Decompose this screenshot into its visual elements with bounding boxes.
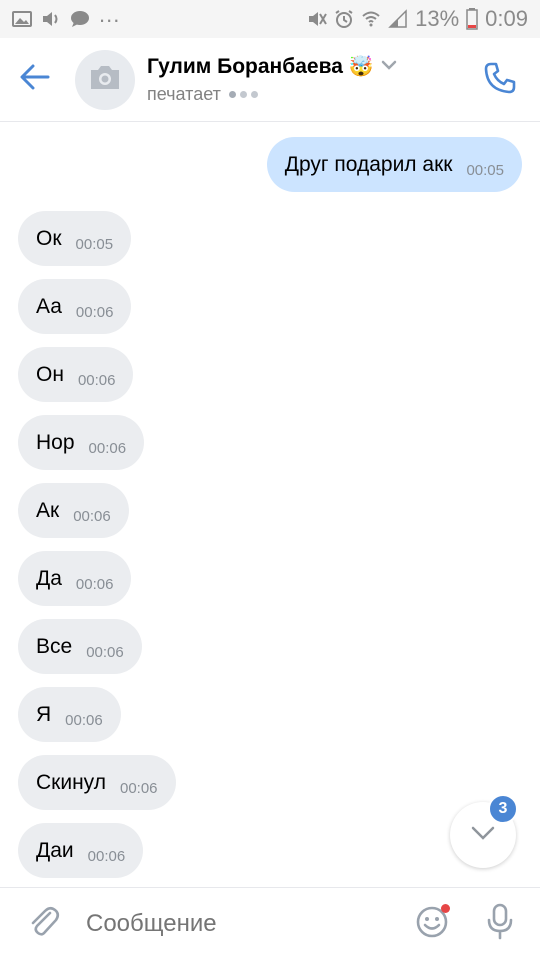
phone-icon	[483, 61, 517, 100]
outgoing-message[interactable]: Друг подарил акк 00:05	[266, 137, 522, 192]
incoming-message[interactable]: Нор 00:06	[18, 415, 145, 470]
signal-icon	[388, 9, 408, 29]
microphone-button[interactable]	[478, 902, 522, 946]
battery-percent: 13%	[415, 6, 460, 31]
camera-icon	[88, 63, 122, 96]
message-text: Друг подарил акк	[284, 152, 453, 176]
mute-icon	[307, 10, 327, 28]
message-text: Аа	[36, 294, 62, 318]
message-time: 00:05	[466, 162, 504, 179]
message-text: Скинул	[36, 770, 106, 794]
incoming-message[interactable]: Даи 00:06	[18, 823, 144, 878]
incoming-message[interactable]: Ак 00:06	[18, 483, 129, 538]
message-text: Я	[36, 702, 52, 726]
status-time: 0:09	[485, 6, 528, 31]
unread-count-badge: 3	[488, 794, 518, 824]
message-time: 00:06	[77, 372, 116, 389]
volume-icon	[41, 10, 61, 28]
message-time: 00:05	[75, 236, 114, 253]
exploding-head-emoji: 🤯	[348, 56, 374, 78]
microphone-icon	[485, 903, 515, 946]
chat-notification-icon	[70, 10, 90, 28]
message-text: Все	[36, 634, 73, 658]
paperclip-icon	[28, 904, 60, 945]
message-text: Даи	[36, 838, 74, 862]
contact-name-row: Гулим Боранбаева 🤯	[147, 54, 398, 79]
back-button[interactable]	[0, 38, 70, 122]
message-time: 00:06	[73, 508, 111, 525]
message-time: 00:06	[87, 848, 126, 865]
message-time: 00:06	[75, 576, 114, 593]
alarm-icon	[334, 9, 354, 29]
message-input[interactable]	[86, 910, 410, 938]
chevron-down-icon[interactable]	[380, 58, 398, 76]
avatar[interactable]	[75, 49, 135, 110]
message-text: Он	[36, 362, 64, 386]
attach-button[interactable]	[22, 902, 66, 946]
image-notification-icon	[12, 10, 32, 28]
incoming-message[interactable]: Скинул 00:06	[18, 755, 176, 810]
message-composer	[0, 887, 540, 960]
message-text: Ок	[36, 226, 62, 250]
emoji-button[interactable]	[410, 902, 454, 946]
typing-status: печатает	[147, 84, 221, 104]
message-time: 00:06	[86, 644, 124, 661]
message-time: 00:06	[75, 304, 114, 321]
status-bar-right: 13% 0:09	[307, 6, 528, 32]
arrow-left-icon	[20, 64, 50, 95]
incoming-message[interactable]: Он 00:06	[18, 347, 134, 402]
contact-info[interactable]: Гулим Боранбаева 🤯 печатает	[147, 54, 398, 105]
notification-dot	[441, 904, 450, 913]
contact-name: Гулим Боранбаева	[147, 54, 343, 78]
message-text: Да	[36, 566, 62, 590]
incoming-message[interactable]: Все 00:06	[18, 619, 142, 674]
chevron-down-icon	[470, 825, 496, 846]
incoming-message[interactable]: Да 00:06	[18, 551, 132, 606]
battery-icon	[466, 8, 478, 30]
message-text: Ак	[36, 498, 60, 522]
wifi-icon	[361, 9, 381, 29]
message-time: 00:06	[88, 440, 127, 457]
message-list[interactable]: Друг подарил акк 00:05 Ок 00:05 Аа 00:06 Он 00:…	[0, 123, 540, 887]
message-time: 00:06	[65, 712, 103, 729]
call-button[interactable]	[478, 58, 522, 102]
more-notifications-text: ...	[99, 2, 121, 27]
typing-dots-icon	[228, 91, 258, 98]
message-time: 00:06	[119, 780, 158, 797]
incoming-message[interactable]: Я 00:06	[18, 687, 121, 742]
chat-header: Гулим Боранбаева 🤯 печатает	[0, 38, 540, 122]
typing-status-row: печатает	[147, 84, 398, 105]
status-bar: ... 13% 0:09	[0, 0, 540, 38]
incoming-message[interactable]: Ок 00:05	[18, 211, 132, 266]
message-text: Нор	[36, 430, 75, 454]
status-bar-left: ...	[12, 2, 120, 28]
incoming-message[interactable]: Аа 00:06	[18, 279, 132, 334]
